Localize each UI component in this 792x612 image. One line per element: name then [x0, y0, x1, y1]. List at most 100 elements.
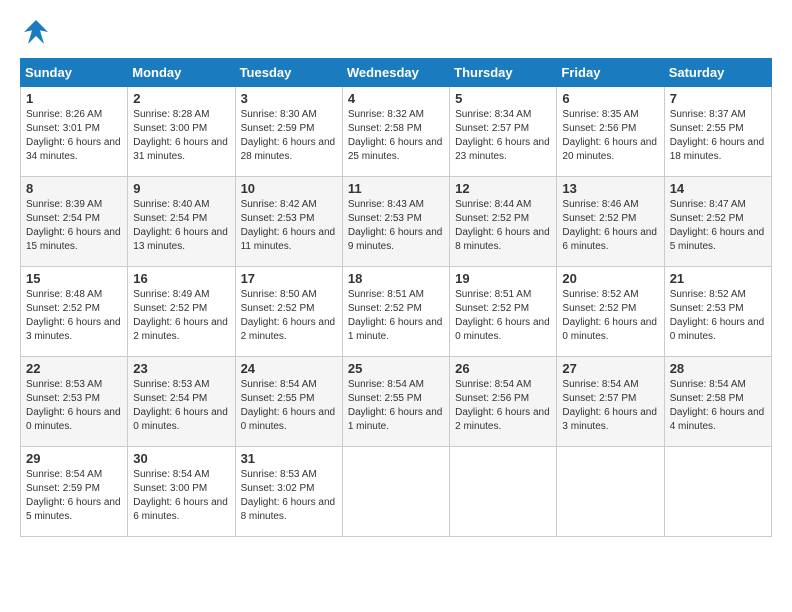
- day-cell-15: 15 Sunrise: 8:48 AMSunset: 2:52 PMDaylig…: [21, 267, 128, 357]
- day-info: Sunrise: 8:42 AMSunset: 2:53 PMDaylight:…: [241, 199, 336, 252]
- day-info: Sunrise: 8:44 AMSunset: 2:52 PMDaylight:…: [455, 199, 550, 252]
- day-number: 11: [348, 181, 444, 196]
- day-number: 10: [241, 181, 337, 196]
- day-info: Sunrise: 8:26 AMSunset: 3:01 PMDaylight:…: [26, 109, 121, 162]
- column-header-friday: Friday: [557, 59, 664, 87]
- day-info: Sunrise: 8:48 AMSunset: 2:52 PMDaylight:…: [26, 289, 121, 342]
- page-header: [20, 16, 772, 48]
- day-info: Sunrise: 8:51 AMSunset: 2:52 PMDaylight:…: [348, 289, 443, 342]
- day-info: Sunrise: 8:53 AMSunset: 3:02 PMDaylight:…: [241, 469, 336, 522]
- day-cell-14: 14 Sunrise: 8:47 AMSunset: 2:52 PMDaylig…: [664, 177, 771, 267]
- day-cell-28: 28 Sunrise: 8:54 AMSunset: 2:58 PMDaylig…: [664, 357, 771, 447]
- day-number: 5: [455, 91, 551, 106]
- day-info: Sunrise: 8:39 AMSunset: 2:54 PMDaylight:…: [26, 199, 121, 252]
- empty-cell: [342, 447, 449, 537]
- day-info: Sunrise: 8:46 AMSunset: 2:52 PMDaylight:…: [562, 199, 657, 252]
- column-header-thursday: Thursday: [450, 59, 557, 87]
- day-number: 17: [241, 271, 337, 286]
- day-number: 7: [670, 91, 766, 106]
- empty-cell: [557, 447, 664, 537]
- day-info: Sunrise: 8:47 AMSunset: 2:52 PMDaylight:…: [670, 199, 765, 252]
- column-header-tuesday: Tuesday: [235, 59, 342, 87]
- day-info: Sunrise: 8:54 AMSunset: 3:00 PMDaylight:…: [133, 469, 228, 522]
- day-cell-2: 2 Sunrise: 8:28 AMSunset: 3:00 PMDayligh…: [128, 87, 235, 177]
- day-cell-3: 3 Sunrise: 8:30 AMSunset: 2:59 PMDayligh…: [235, 87, 342, 177]
- day-cell-4: 4 Sunrise: 8:32 AMSunset: 2:58 PMDayligh…: [342, 87, 449, 177]
- day-number: 25: [348, 361, 444, 376]
- week-row-1: 1 Sunrise: 8:26 AMSunset: 3:01 PMDayligh…: [21, 87, 772, 177]
- day-info: Sunrise: 8:53 AMSunset: 2:54 PMDaylight:…: [133, 379, 228, 432]
- day-info: Sunrise: 8:28 AMSunset: 3:00 PMDaylight:…: [133, 109, 228, 162]
- day-number: 8: [26, 181, 122, 196]
- day-number: 28: [670, 361, 766, 376]
- day-info: Sunrise: 8:35 AMSunset: 2:56 PMDaylight:…: [562, 109, 657, 162]
- day-info: Sunrise: 8:37 AMSunset: 2:55 PMDaylight:…: [670, 109, 765, 162]
- day-number: 26: [455, 361, 551, 376]
- day-info: Sunrise: 8:52 AMSunset: 2:53 PMDaylight:…: [670, 289, 765, 342]
- day-cell-5: 5 Sunrise: 8:34 AMSunset: 2:57 PMDayligh…: [450, 87, 557, 177]
- day-cell-26: 26 Sunrise: 8:54 AMSunset: 2:56 PMDaylig…: [450, 357, 557, 447]
- day-cell-24: 24 Sunrise: 8:54 AMSunset: 2:55 PMDaylig…: [235, 357, 342, 447]
- day-cell-13: 13 Sunrise: 8:46 AMSunset: 2:52 PMDaylig…: [557, 177, 664, 267]
- day-info: Sunrise: 8:54 AMSunset: 2:58 PMDaylight:…: [670, 379, 765, 432]
- column-header-monday: Monday: [128, 59, 235, 87]
- day-info: Sunrise: 8:54 AMSunset: 2:56 PMDaylight:…: [455, 379, 550, 432]
- column-header-saturday: Saturday: [664, 59, 771, 87]
- day-number: 31: [241, 451, 337, 466]
- day-info: Sunrise: 8:43 AMSunset: 2:53 PMDaylight:…: [348, 199, 443, 252]
- day-number: 2: [133, 91, 229, 106]
- day-cell-7: 7 Sunrise: 8:37 AMSunset: 2:55 PMDayligh…: [664, 87, 771, 177]
- day-number: 21: [670, 271, 766, 286]
- day-cell-20: 20 Sunrise: 8:52 AMSunset: 2:52 PMDaylig…: [557, 267, 664, 357]
- day-number: 29: [26, 451, 122, 466]
- week-row-3: 15 Sunrise: 8:48 AMSunset: 2:52 PMDaylig…: [21, 267, 772, 357]
- logo: [20, 16, 56, 48]
- empty-cell: [450, 447, 557, 537]
- day-number: 30: [133, 451, 229, 466]
- day-info: Sunrise: 8:51 AMSunset: 2:52 PMDaylight:…: [455, 289, 550, 342]
- day-info: Sunrise: 8:30 AMSunset: 2:59 PMDaylight:…: [241, 109, 336, 162]
- day-info: Sunrise: 8:54 AMSunset: 2:55 PMDaylight:…: [241, 379, 336, 432]
- day-cell-27: 27 Sunrise: 8:54 AMSunset: 2:57 PMDaylig…: [557, 357, 664, 447]
- day-number: 14: [670, 181, 766, 196]
- column-header-wednesday: Wednesday: [342, 59, 449, 87]
- day-info: Sunrise: 8:54 AMSunset: 2:59 PMDaylight:…: [26, 469, 121, 522]
- day-cell-1: 1 Sunrise: 8:26 AMSunset: 3:01 PMDayligh…: [21, 87, 128, 177]
- day-cell-19: 19 Sunrise: 8:51 AMSunset: 2:52 PMDaylig…: [450, 267, 557, 357]
- day-cell-21: 21 Sunrise: 8:52 AMSunset: 2:53 PMDaylig…: [664, 267, 771, 357]
- day-number: 16: [133, 271, 229, 286]
- day-info: Sunrise: 8:40 AMSunset: 2:54 PMDaylight:…: [133, 199, 228, 252]
- calendar-table: SundayMondayTuesdayWednesdayThursdayFrid…: [20, 58, 772, 537]
- day-cell-31: 31 Sunrise: 8:53 AMSunset: 3:02 PMDaylig…: [235, 447, 342, 537]
- day-cell-18: 18 Sunrise: 8:51 AMSunset: 2:52 PMDaylig…: [342, 267, 449, 357]
- day-cell-23: 23 Sunrise: 8:53 AMSunset: 2:54 PMDaylig…: [128, 357, 235, 447]
- day-number: 6: [562, 91, 658, 106]
- day-number: 19: [455, 271, 551, 286]
- day-cell-17: 17 Sunrise: 8:50 AMSunset: 2:52 PMDaylig…: [235, 267, 342, 357]
- column-header-sunday: Sunday: [21, 59, 128, 87]
- day-cell-10: 10 Sunrise: 8:42 AMSunset: 2:53 PMDaylig…: [235, 177, 342, 267]
- day-number: 3: [241, 91, 337, 106]
- day-cell-6: 6 Sunrise: 8:35 AMSunset: 2:56 PMDayligh…: [557, 87, 664, 177]
- day-number: 20: [562, 271, 658, 286]
- day-number: 9: [133, 181, 229, 196]
- day-info: Sunrise: 8:53 AMSunset: 2:53 PMDaylight:…: [26, 379, 121, 432]
- day-number: 27: [562, 361, 658, 376]
- week-row-4: 22 Sunrise: 8:53 AMSunset: 2:53 PMDaylig…: [21, 357, 772, 447]
- day-info: Sunrise: 8:54 AMSunset: 2:55 PMDaylight:…: [348, 379, 443, 432]
- day-number: 22: [26, 361, 122, 376]
- week-row-2: 8 Sunrise: 8:39 AMSunset: 2:54 PMDayligh…: [21, 177, 772, 267]
- day-cell-9: 9 Sunrise: 8:40 AMSunset: 2:54 PMDayligh…: [128, 177, 235, 267]
- day-cell-22: 22 Sunrise: 8:53 AMSunset: 2:53 PMDaylig…: [21, 357, 128, 447]
- day-number: 15: [26, 271, 122, 286]
- day-cell-25: 25 Sunrise: 8:54 AMSunset: 2:55 PMDaylig…: [342, 357, 449, 447]
- day-info: Sunrise: 8:50 AMSunset: 2:52 PMDaylight:…: [241, 289, 336, 342]
- day-number: 24: [241, 361, 337, 376]
- day-cell-12: 12 Sunrise: 8:44 AMSunset: 2:52 PMDaylig…: [450, 177, 557, 267]
- day-number: 12: [455, 181, 551, 196]
- week-row-5: 29 Sunrise: 8:54 AMSunset: 2:59 PMDaylig…: [21, 447, 772, 537]
- day-number: 1: [26, 91, 122, 106]
- day-cell-16: 16 Sunrise: 8:49 AMSunset: 2:52 PMDaylig…: [128, 267, 235, 357]
- logo-icon: [20, 16, 52, 48]
- day-info: Sunrise: 8:34 AMSunset: 2:57 PMDaylight:…: [455, 109, 550, 162]
